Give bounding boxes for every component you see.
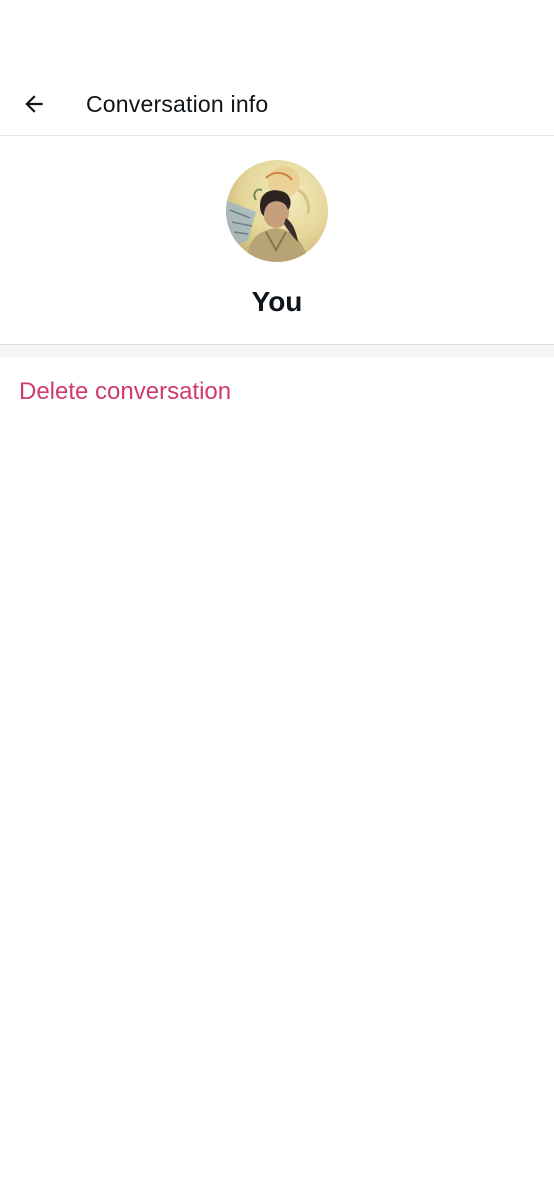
profile-name: You <box>251 286 303 317</box>
top-app-bar: Conversation info <box>0 68 554 136</box>
avatar[interactable] <box>226 160 328 262</box>
status-bar <box>0 0 554 68</box>
profile-section: You <box>0 136 554 345</box>
avatar-image <box>226 160 328 262</box>
back-button[interactable] <box>12 82 56 126</box>
page-title: Conversation info <box>86 91 269 117</box>
arrow-left-icon <box>25 95 43 113</box>
section-divider <box>0 345 554 357</box>
delete-conversation-label: Delete conversation <box>19 378 232 405</box>
delete-conversation-button[interactable]: Delete conversation <box>0 357 554 427</box>
